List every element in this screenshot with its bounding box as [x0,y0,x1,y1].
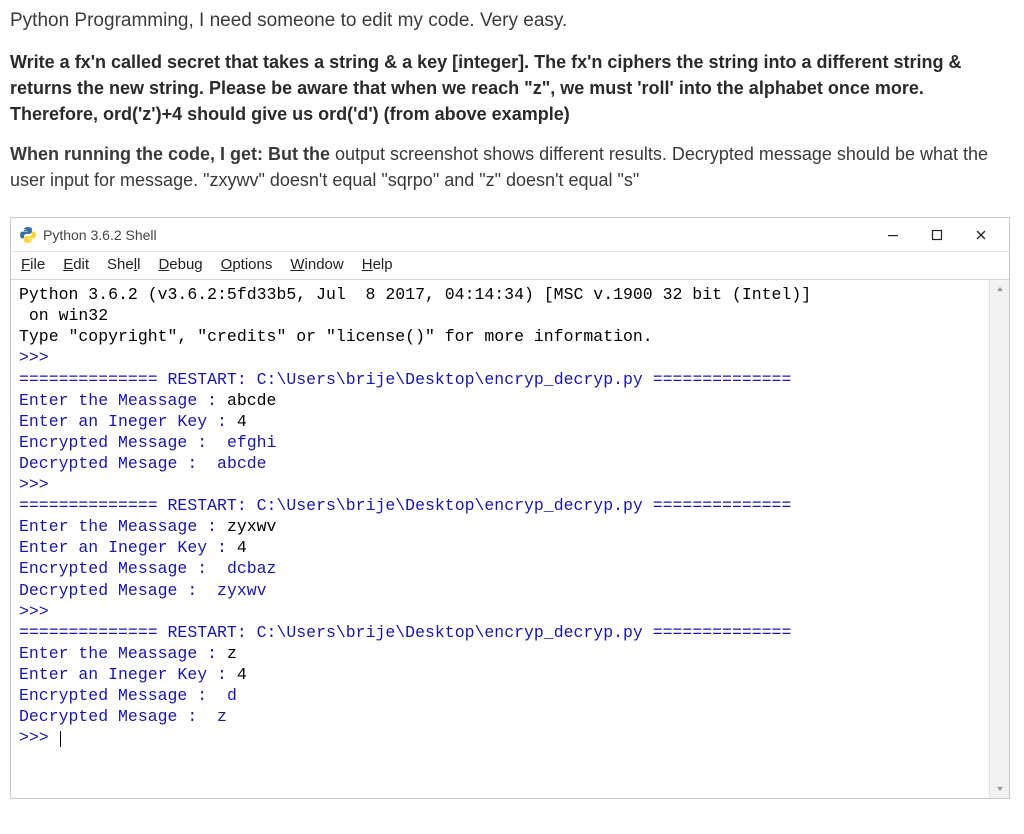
prompt: >>> [19,475,49,494]
python-banner-line1: Python 3.6.2 (v3.6.2:5fd33b5, Jul 8 2017… [19,285,811,304]
maximize-button[interactable] [915,220,959,250]
menu-shell[interactable]: Shell [107,256,140,273]
minimize-button[interactable] [871,220,915,250]
prompt: >>> [19,602,49,621]
run0-dec-label: Decrypted Mesage : [19,454,217,473]
question-title: Python Programming, I need someone to ed… [10,8,1014,35]
run2-key-prompt: Enter an Ineger Key : [19,665,237,684]
restart-bar: ============== [19,623,158,642]
restart-bar: ============== [19,496,158,515]
window-title: Python 3.6.2 Shell [43,227,157,243]
run2-key-val: 4 [237,665,247,684]
vertical-scrollbar[interactable] [989,280,1009,798]
restart-bar-right: ============== [643,496,792,515]
menu-window[interactable]: Window [290,256,343,273]
titlebar: Python 3.6.2 Shell [11,218,1009,252]
prompt: >>> [19,348,49,367]
restart-path: C:\Users\brije\Desktop\encryp_decryp.py [257,623,643,642]
run2-msg-val: z [227,644,237,663]
python-icon [19,226,37,244]
run0-enc-val: efghi [227,433,277,452]
menu-options[interactable]: Options [221,256,273,273]
run0-dec-val: abcde [217,454,267,473]
run2-dec-val: z [217,707,227,726]
run2-enc-label: Encrypted Message : [19,686,227,705]
run1-enc-label: Encrypted Message : [19,559,227,578]
run1-msg-prompt: Enter the Meassage : [19,517,227,536]
run0-msg-val: abcde [227,391,277,410]
run1-msg-val: zyxwv [227,517,277,536]
menu-help[interactable]: Help [362,256,393,273]
restart-label: RESTART: [158,370,257,389]
idle-shell-window: Python 3.6.2 Shell File Edit Shell Debug… [10,217,1010,799]
run1-dec-val: zyxwv [217,581,267,600]
question-mixed-bold: When running the code, I get: But the [10,144,335,164]
run1-key-prompt: Enter an Ineger Key : [19,538,237,557]
run0-key-val: 4 [237,412,247,431]
question-mixed: When running the code, I get: But the ou… [10,141,1014,193]
run2-dec-label: Decrypted Mesage : [19,707,217,726]
text-cursor [60,731,61,747]
restart-label: RESTART: [158,496,257,515]
run0-key-prompt: Enter an Ineger Key : [19,412,237,431]
python-banner-line3: Type "copyright", "credits" or "license(… [19,327,653,346]
restart-bar-right: ============== [643,623,792,642]
run1-enc-val: dcbaz [227,559,277,578]
scroll-up-icon[interactable] [990,280,1009,298]
restart-path: C:\Users\brije\Desktop\encryp_decryp.py [257,496,643,515]
menu-edit[interactable]: Edit [63,256,89,273]
run0-enc-label: Encrypted Message : [19,433,227,452]
menu-file[interactable]: File [21,256,45,273]
restart-path: C:\Users\brije\Desktop\encryp_decryp.py [257,370,643,389]
close-button[interactable] [959,220,1003,250]
restart-bar: ============== [19,370,158,389]
run1-dec-label: Decrypted Mesage : [19,581,217,600]
console-output[interactable]: Python 3.6.2 (v3.6.2:5fd33b5, Jul 8 2017… [11,280,1009,798]
run1-key-val: 4 [237,538,247,557]
menubar: File Edit Shell Debug Options Window Hel… [11,252,1009,280]
restart-bar-right: ============== [643,370,792,389]
scroll-down-icon[interactable] [990,780,1009,798]
menu-debug[interactable]: Debug [158,256,202,273]
python-banner-line2: on win32 [19,306,108,325]
question-bold: Write a fx'n called secret that takes a … [10,49,1014,127]
restart-label: RESTART: [158,623,257,642]
run2-msg-prompt: Enter the Meassage : [19,644,227,663]
run0-msg-prompt: Enter the Meassage : [19,391,227,410]
run2-enc-val: d [227,686,237,705]
prompt: >>> [19,728,49,747]
